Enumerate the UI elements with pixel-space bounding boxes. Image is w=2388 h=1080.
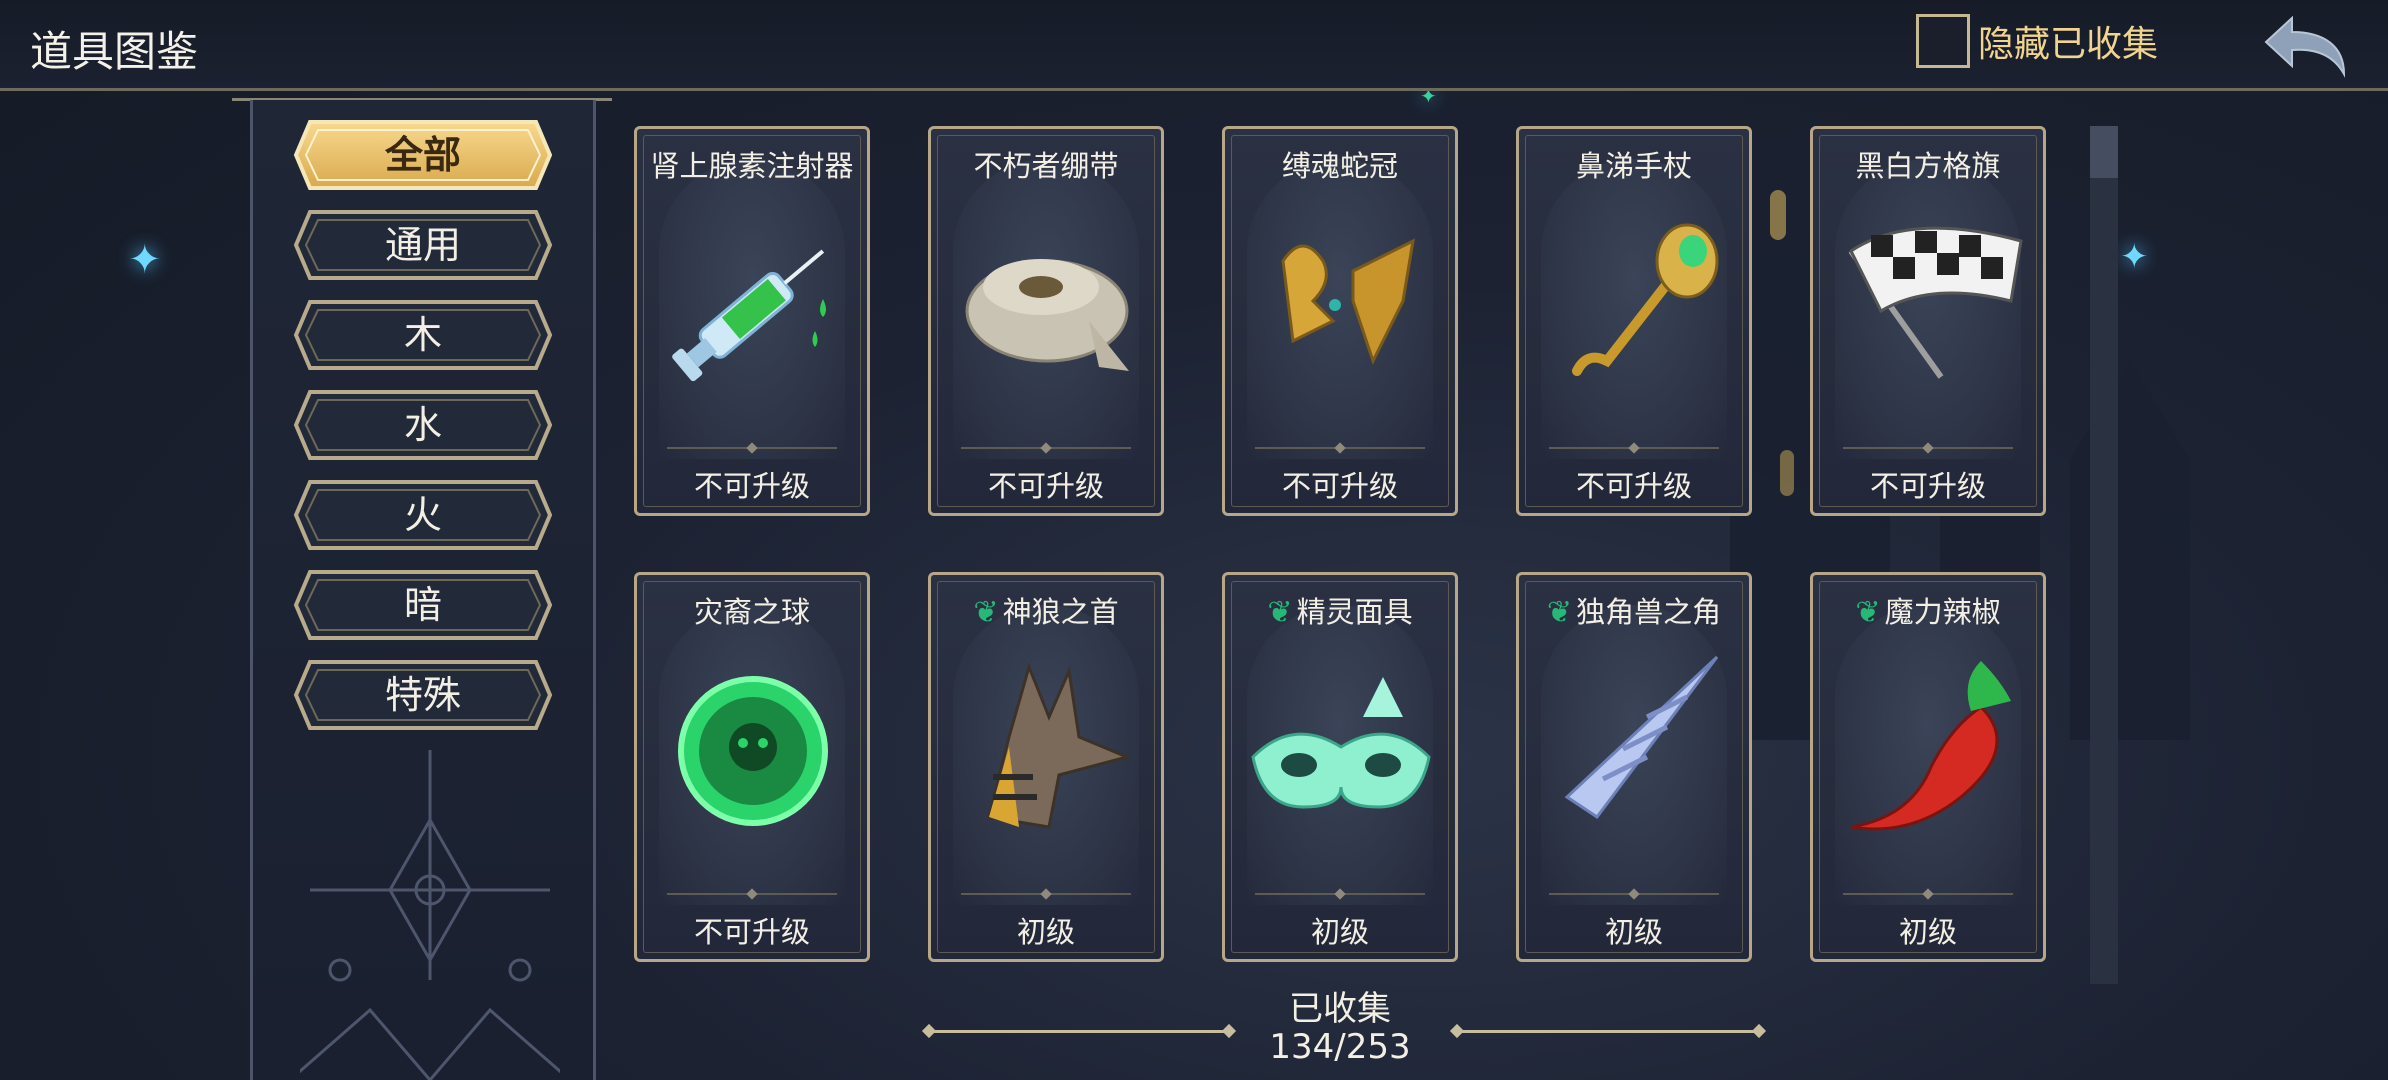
item-level: 初级	[1310, 915, 1369, 949]
category-tab[interactable]: 暗	[292, 568, 554, 642]
item-name: ❦ 精灵面具	[1225, 589, 1455, 631]
item-name-text: 鼻涕手杖	[1575, 149, 1692, 183]
item-level: 不可升级	[987, 469, 1104, 503]
item-card[interactable]: ❦ 魔力辣椒初级	[1810, 572, 2046, 962]
item-scrollbar[interactable]	[2090, 126, 2118, 984]
item-card[interactable]: 肾上腺素注射器 不可升级	[634, 126, 870, 516]
item-name-text: 独角兽之角	[1576, 595, 1722, 629]
item-level: 不可升级	[693, 469, 810, 503]
chili-pepper-icon	[1850, 661, 2011, 831]
item-level: 初级	[1016, 915, 1075, 949]
jackal-head-icon	[987, 662, 1132, 829]
item-card[interactable]: 缚魂蛇冠 不可升级	[1222, 126, 1458, 516]
card-divider	[1843, 447, 2013, 449]
syringe-icon	[672, 249, 826, 382]
item-name: 灾裔之球	[637, 589, 867, 631]
category-tab[interactable]: 特殊	[292, 658, 554, 732]
card-divider	[667, 893, 837, 895]
card-divider	[1255, 447, 1425, 449]
hide-collected-checkbox[interactable]	[1916, 14, 1970, 68]
item-level: 不可升级	[1575, 469, 1692, 503]
category-tab-label: 暗	[403, 583, 442, 627]
category-tab-label: 木	[403, 313, 442, 357]
item-name-text: 黑白方格旗	[1855, 149, 2001, 183]
collected-counter: 已收集 134/253	[1230, 990, 1450, 1066]
item-name: 肾上腺素注射器	[637, 143, 867, 185]
item-name: 缚魂蛇冠	[1225, 143, 1455, 185]
card-divider	[1549, 893, 1719, 895]
item-name-text: 不朽者绷带	[973, 149, 1119, 183]
leaf-icon: ❦	[1267, 595, 1293, 630]
item-name: ❦ 独角兽之角	[1519, 589, 1749, 631]
item-level: 不可升级	[693, 915, 810, 949]
item-card[interactable]: ❦ 精灵面具初级	[1222, 572, 1458, 962]
item-name: 黑白方格旗	[1813, 143, 2043, 185]
category-tab-label: 火	[403, 493, 442, 537]
card-divider	[961, 893, 1131, 895]
bandage-icon	[965, 259, 1129, 371]
category-tab[interactable]: 水	[292, 388, 554, 462]
sparkle-decoration: ✦	[128, 237, 162, 283]
collected-divider-right	[1456, 1030, 1760, 1033]
item-name: ❦ 魔力辣椒	[1813, 589, 2043, 631]
item-card[interactable]: 鼻涕手杖 不可升级	[1516, 126, 1752, 516]
staff-icon	[1572, 223, 1719, 376]
item-name-text: 精灵面具	[1296, 595, 1413, 629]
orb-icon	[678, 676, 828, 826]
item-name-text: 神狼之首	[1002, 595, 1119, 629]
item-name-text: 魔力辣椒	[1884, 595, 2001, 629]
card-divider	[667, 447, 837, 449]
category-tab[interactable]: 火	[292, 478, 554, 552]
category-tab-label: 通用	[384, 223, 461, 267]
collected-label: 已收集	[1289, 989, 1391, 1029]
hide-collected-toggle[interactable]: 隐藏已收集	[1916, 14, 2158, 68]
back-arrow-icon[interactable]	[2262, 10, 2352, 80]
item-card[interactable]: 不朽者绷带 不可升级	[928, 126, 1164, 516]
collected-divider-left	[928, 1030, 1230, 1033]
top-bar: 道具图鉴 隐藏已收集	[0, 0, 2388, 91]
scrollbar-thumb[interactable]	[2090, 126, 2118, 178]
card-divider	[1549, 447, 1719, 449]
checkered-flag-icon	[1848, 226, 2023, 379]
leaf-icon: ❦	[1546, 595, 1573, 630]
card-divider	[961, 447, 1131, 449]
item-level: 初级	[1604, 915, 1663, 949]
card-divider	[1843, 893, 2013, 895]
item-name-text: 灾裔之球	[693, 595, 810, 629]
leaf-icon: ❦	[1855, 595, 1881, 630]
category-tab[interactable]: 木	[292, 298, 554, 372]
category-tab-label: 全部	[384, 133, 461, 177]
item-name-text: 缚魂蛇冠	[1281, 149, 1398, 183]
mask-icon	[1251, 677, 1431, 809]
item-card[interactable]: 黑白方格旗 不可升级	[1810, 126, 2046, 516]
item-name: 不朽者绷带	[931, 143, 1161, 185]
item-level: 初级	[1898, 915, 1957, 949]
item-level: 不可升级	[1281, 469, 1398, 503]
item-name-text: 肾上腺素注射器	[650, 149, 854, 183]
item-name: ❦ 神狼之首	[931, 589, 1161, 631]
category-tab-label: 特殊	[384, 673, 461, 717]
category-tab[interactable]: 全部	[292, 118, 554, 192]
serpent-crown-icon	[1281, 238, 1415, 365]
hide-collected-label: 隐藏已收集	[1978, 24, 2159, 65]
item-level: 不可升级	[1869, 469, 1986, 503]
category-tab-label: 水	[403, 403, 442, 447]
banner-ornament	[300, 750, 560, 1080]
card-divider	[1255, 893, 1425, 895]
leaf-icon: ❦	[973, 595, 999, 630]
unicorn-horn-icon	[1564, 655, 1719, 820]
collected-count: 134/253	[1269, 1027, 1411, 1067]
page-title: 道具图鉴	[30, 27, 199, 76]
item-card[interactable]: 灾裔之球 不可升级	[634, 572, 870, 962]
item-name: 鼻涕手杖	[1519, 143, 1749, 185]
category-tab[interactable]: 通用	[292, 208, 554, 282]
item-card[interactable]: ❦ 独角兽之角初级	[1516, 572, 1752, 962]
item-card[interactable]: ❦ 神狼之首初级	[928, 572, 1164, 962]
